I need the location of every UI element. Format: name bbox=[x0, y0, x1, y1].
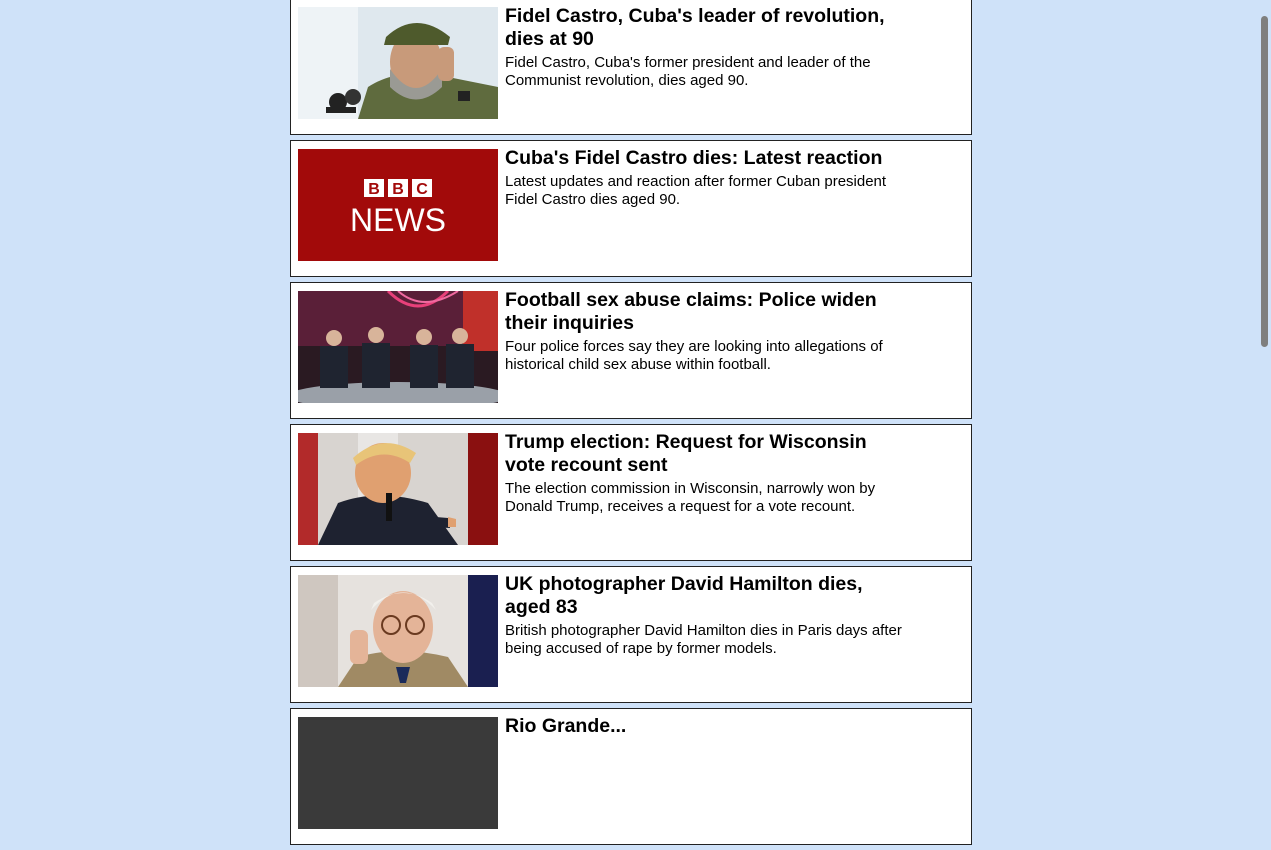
story-thumbnail[interactable] bbox=[298, 717, 498, 829]
story-summary: British photographer David Hamilton dies… bbox=[505, 622, 902, 657]
svg-text:B: B bbox=[392, 181, 404, 198]
donald-trump-thumbnail[interactable] bbox=[298, 433, 498, 545]
story-summary: Fidel Castro, Cuba's former president an… bbox=[505, 54, 871, 89]
story-headline[interactable]: Fidel Castro, Cuba's leader of revolutio… bbox=[505, 5, 905, 51]
svg-text:B: B bbox=[368, 181, 380, 198]
story-summary: Latest updates and reaction after former… bbox=[505, 173, 887, 208]
news-card[interactable]: Trump election: Request for Wisconsin vo… bbox=[290, 424, 972, 561]
svg-text:NEWS: NEWS bbox=[350, 202, 446, 238]
story-headline[interactable]: Rio Grande... bbox=[505, 715, 905, 738]
news-card[interactable]: Football sex abuse claims: Police widen … bbox=[290, 282, 972, 419]
scrollbar-thumb[interactable] bbox=[1261, 16, 1268, 347]
news-card[interactable]: Fidel Castro, Cuba's leader of revolutio… bbox=[290, 0, 972, 135]
story-headline[interactable]: Trump election: Request for Wisconsin vo… bbox=[505, 431, 905, 477]
story-summary: Four police forces say they are looking … bbox=[505, 338, 883, 373]
tv-studio-thumbnail[interactable] bbox=[298, 291, 498, 403]
svg-text:C: C bbox=[416, 181, 428, 198]
bbc-news-logo-thumbnail[interactable]: B B C NEWS bbox=[298, 149, 498, 261]
news-card[interactable]: UK photographer David Hamilton dies, age… bbox=[290, 566, 972, 703]
david-hamilton-thumbnail[interactable] bbox=[298, 575, 498, 687]
bbc-logo-icon: B B C NEWS bbox=[350, 179, 446, 238]
news-card[interactable]: B B C NEWS Cuba's Fidel Castro dies: Lat… bbox=[290, 140, 972, 277]
story-headline[interactable]: Cuba's Fidel Castro dies: Latest reactio… bbox=[505, 147, 905, 170]
news-card[interactable]: Rio Grande... bbox=[290, 708, 972, 845]
vertical-scrollbar[interactable] bbox=[1257, 0, 1271, 723]
story-headline[interactable]: UK photographer David Hamilton dies, age… bbox=[505, 573, 905, 619]
story-headline[interactable]: Football sex abuse claims: Police widen … bbox=[505, 289, 905, 335]
fidel-castro-thumbnail[interactable] bbox=[298, 7, 498, 119]
story-summary: The election commission in Wisconsin, na… bbox=[505, 480, 876, 515]
